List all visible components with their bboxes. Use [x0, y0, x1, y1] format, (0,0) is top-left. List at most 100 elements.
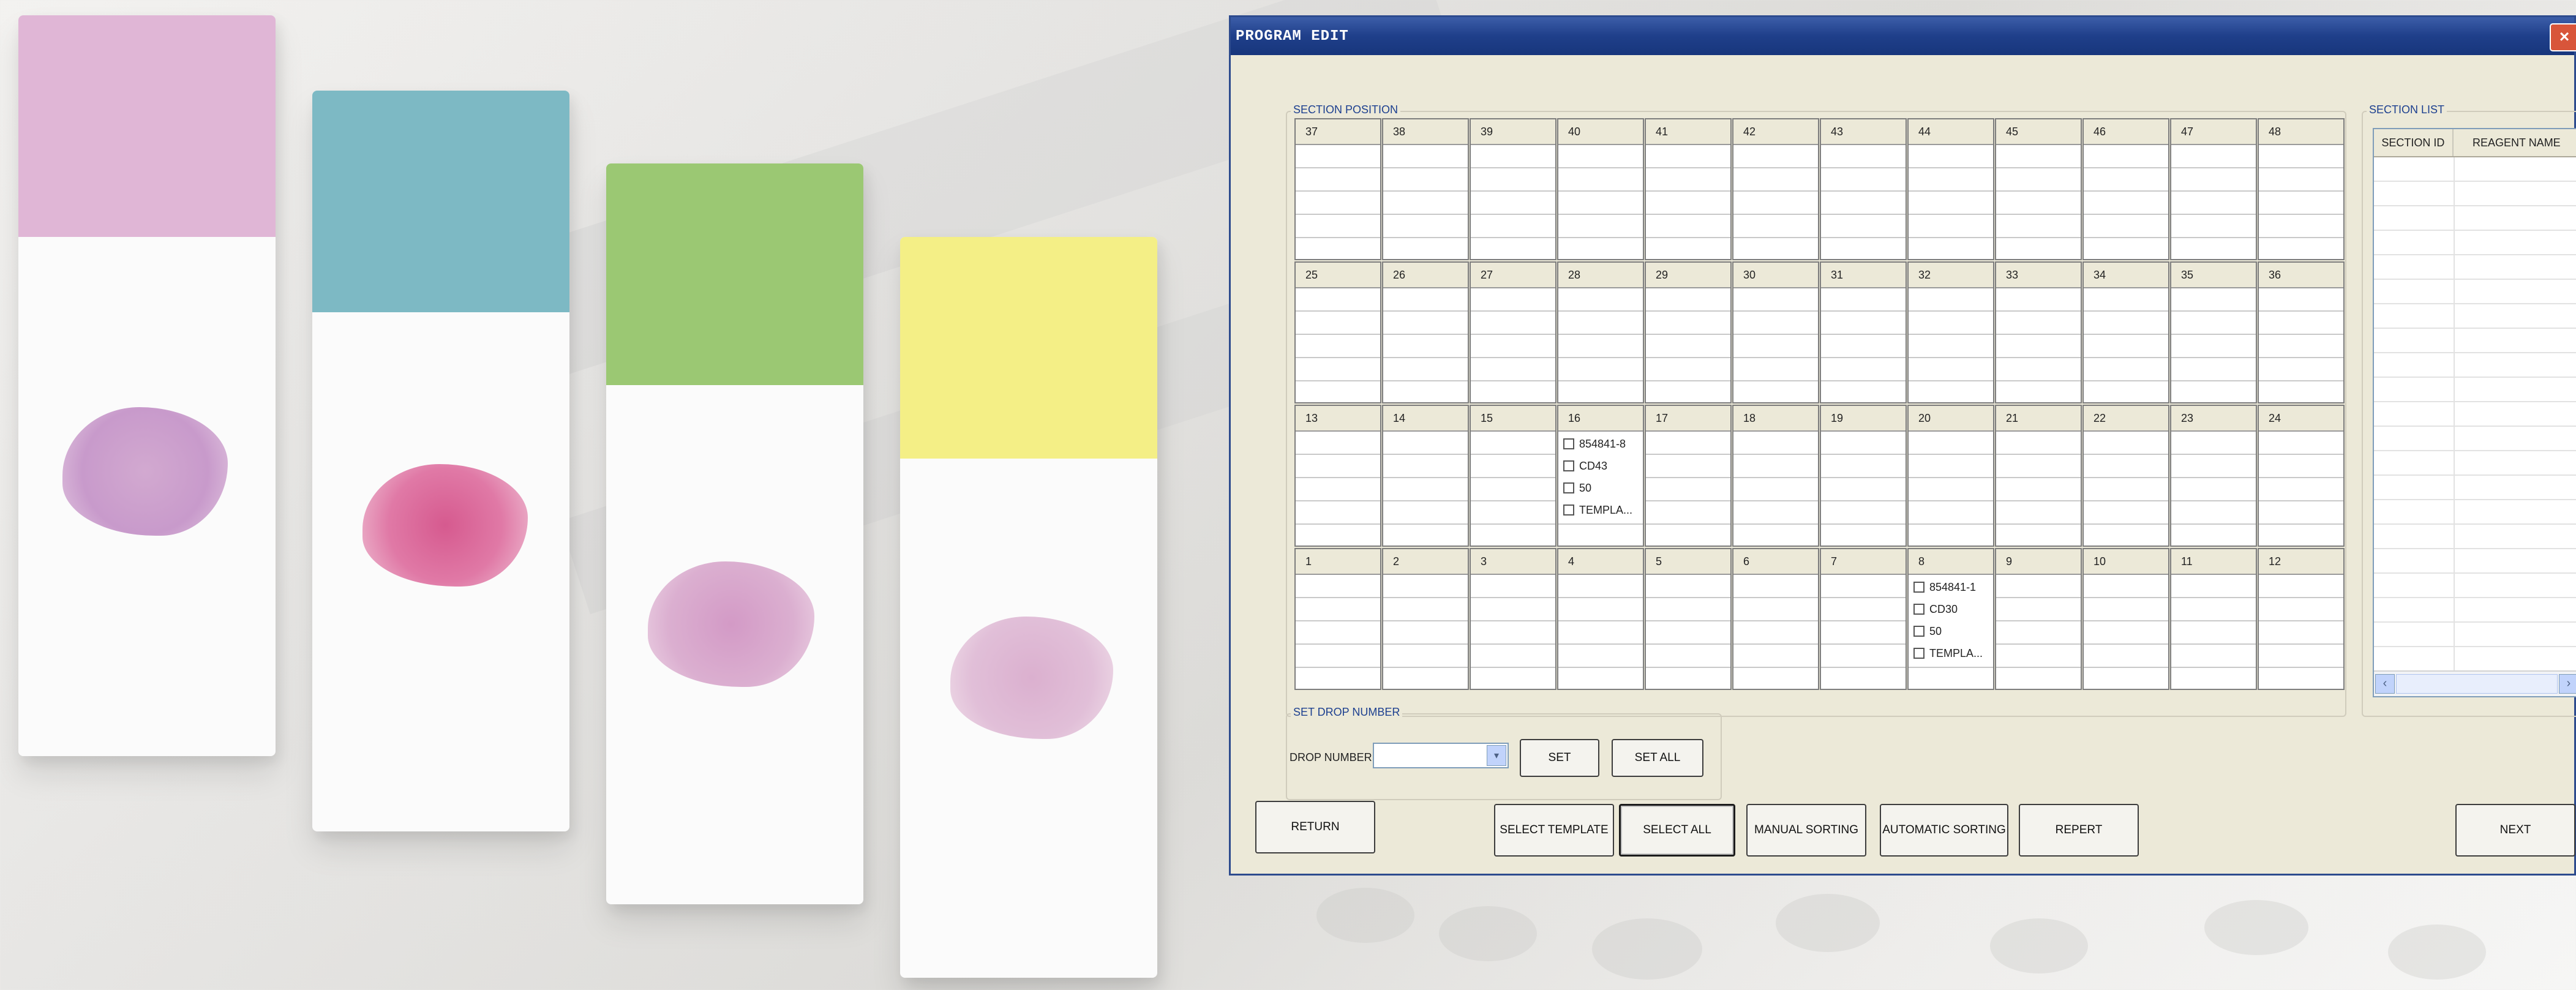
section-cell-21[interactable]: 21	[1995, 405, 2082, 547]
section-cell-2[interactable]: 2	[1382, 548, 1469, 690]
section-cell-30[interactable]: 30	[1732, 261, 1819, 403]
checkbox[interactable]	[1563, 460, 1574, 471]
set-button[interactable]: SET	[1520, 739, 1599, 777]
select-all-button[interactable]: SELECT ALL	[1619, 804, 1735, 857]
section-cell-number: 9	[1996, 549, 2081, 575]
section-cell-3[interactable]: 3	[1470, 548, 1556, 690]
automatic-sorting-button[interactable]: AUTOMATIC SORTING	[1880, 804, 2008, 857]
section-cell-body	[1383, 575, 1468, 689]
section-cell-18[interactable]: 18	[1732, 405, 1819, 547]
section-cell-number: 7	[1821, 549, 1906, 575]
section-cell-12[interactable]: 12	[2258, 548, 2345, 690]
background-blob	[1439, 906, 1537, 961]
drop-number-select[interactable]: ▾	[1373, 743, 1509, 768]
section-cell-17[interactable]: 17	[1645, 405, 1732, 547]
section-entry-line[interactable]: TEMPLA...	[1909, 642, 1993, 664]
scroll-right-icon[interactable]: ›	[2559, 674, 2576, 694]
section-cell-42[interactable]: 42	[1732, 118, 1819, 260]
checkbox[interactable]	[1913, 582, 1924, 593]
set-all-button[interactable]: SET ALL	[1612, 739, 1703, 777]
section-cell-16[interactable]: 16 854841-8 CD43 50 TEMPLA...	[1557, 405, 1644, 547]
section-cell-46[interactable]: 46	[2082, 118, 2169, 260]
section-cell-24[interactable]: 24	[2258, 405, 2345, 547]
section-cell-1[interactable]: 1	[1294, 548, 1381, 690]
checkbox[interactable]	[1913, 626, 1924, 637]
section-cell-35[interactable]: 35	[2170, 261, 2257, 403]
section-cell-number: 37	[1296, 119, 1380, 145]
close-icon[interactable]: ×	[2550, 23, 2576, 51]
section-cell-14[interactable]: 14	[1382, 405, 1469, 547]
section-cell-22[interactable]: 22	[2082, 405, 2169, 547]
section-cell-5[interactable]: 5	[1645, 548, 1732, 690]
horizontal-scrollbar[interactable]: ‹ ›	[2374, 670, 2576, 696]
section-cell-number: 16	[1558, 406, 1643, 432]
section-cell-20[interactable]: 20	[1907, 405, 1994, 547]
checkbox[interactable]	[1563, 482, 1574, 493]
section-cell-37[interactable]: 37	[1294, 118, 1381, 260]
section-cell-26[interactable]: 26	[1382, 261, 1469, 403]
section-cell-34[interactable]: 34	[2082, 261, 2169, 403]
section-cell-47[interactable]: 47	[2170, 118, 2257, 260]
section-cell-8[interactable]: 8 854841-1 CD30 50 TEMPLA...	[1907, 548, 1994, 690]
section-cell-13[interactable]: 13	[1294, 405, 1381, 547]
checkbox[interactable]	[1913, 648, 1924, 659]
section-cell-40[interactable]: 40	[1557, 118, 1644, 260]
chevron-down-icon[interactable]: ▾	[1487, 745, 1506, 766]
section-cell-body	[1646, 432, 1730, 546]
section-entry-line[interactable]: 854841-8	[1558, 433, 1643, 455]
section-cell-4[interactable]: 4	[1557, 548, 1644, 690]
section-cell-11[interactable]: 11	[2170, 548, 2257, 690]
section-cell-number: 19	[1821, 406, 1906, 432]
section-cell-body	[2171, 575, 2256, 689]
section-cell-31[interactable]: 31	[1820, 261, 1907, 403]
section-cell-23[interactable]: 23	[2170, 405, 2257, 547]
tissue-sample	[62, 407, 228, 536]
checkbox[interactable]	[1563, 504, 1574, 516]
background-blob	[1776, 894, 1880, 952]
column-header-section-id[interactable]: SECTION ID	[2374, 129, 2454, 156]
section-cell-39[interactable]: 39	[1470, 118, 1556, 260]
manual-sorting-button[interactable]: MANUAL SORTING	[1746, 804, 1866, 857]
repert-button[interactable]: REPERT	[2019, 804, 2139, 857]
section-row: 37 38 39 40 41 42 43 44 45 46 47 48	[1294, 118, 2345, 260]
scrollbar-thumb[interactable]	[2396, 674, 2558, 694]
section-entry-line[interactable]: 50	[1558, 477, 1643, 499]
section-cell-9[interactable]: 9	[1995, 548, 2082, 690]
section-entry-line[interactable]: TEMPLA...	[1558, 499, 1643, 521]
section-list-table[interactable]: SECTION ID REAGENT NAME ‹ ›	[2373, 128, 2576, 697]
section-cell-33[interactable]: 33	[1995, 261, 2082, 403]
section-cell-number: 6	[1733, 549, 1818, 575]
section-cell-15[interactable]: 15	[1470, 405, 1556, 547]
section-cell-41[interactable]: 41	[1645, 118, 1732, 260]
section-cell-6[interactable]: 6	[1732, 548, 1819, 690]
section-cell-36[interactable]: 36	[2258, 261, 2345, 403]
section-cell-38[interactable]: 38	[1382, 118, 1469, 260]
section-entry-line[interactable]: CD30	[1909, 598, 1993, 620]
checkbox[interactable]	[1913, 604, 1924, 615]
checkbox[interactable]	[1563, 438, 1574, 449]
section-entry-line[interactable]: 854841-1	[1909, 576, 1993, 598]
section-cell-number: 1	[1296, 549, 1380, 575]
section-cell-32[interactable]: 32	[1907, 261, 1994, 403]
select-template-button[interactable]: SELECT TEMPLATE	[1494, 804, 1614, 857]
section-cell-43[interactable]: 43	[1820, 118, 1907, 260]
section-cell-44[interactable]: 44	[1907, 118, 1994, 260]
section-entry-line[interactable]: CD43	[1558, 455, 1643, 477]
section-entry-list: 854841-1 CD30 50 TEMPLA...	[1909, 576, 1993, 664]
section-cell-45[interactable]: 45	[1995, 118, 2082, 260]
next-button[interactable]: NEXT	[2455, 804, 2575, 857]
return-button[interactable]: RETURN	[1255, 801, 1375, 853]
slide-label-green	[606, 163, 863, 385]
section-cell-28[interactable]: 28	[1557, 261, 1644, 403]
section-cell-10[interactable]: 10	[2082, 548, 2169, 690]
section-cell-48[interactable]: 48	[2258, 118, 2345, 260]
section-cell-25[interactable]: 25	[1294, 261, 1381, 403]
title-bar[interactable]: PROGRAM EDIT ×	[1231, 17, 2576, 55]
column-header-reagent-name[interactable]: REAGENT NAME	[2454, 129, 2576, 156]
section-entry-line[interactable]: 50	[1909, 620, 1993, 642]
section-cell-27[interactable]: 27	[1470, 261, 1556, 403]
scroll-left-icon[interactable]: ‹	[2375, 674, 2395, 694]
section-cell-7[interactable]: 7	[1820, 548, 1907, 690]
section-cell-19[interactable]: 19	[1820, 405, 1907, 547]
section-cell-29[interactable]: 29	[1645, 261, 1732, 403]
